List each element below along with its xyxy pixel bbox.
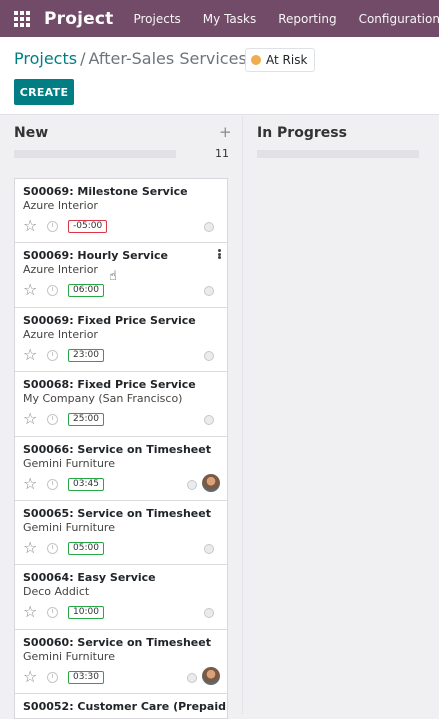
clock-icon[interactable] [47, 349, 58, 361]
top-navbar: Project Projects My Tasks Reporting Conf… [0, 0, 439, 37]
star-outline-icon[interactable]: ☆ [23, 218, 37, 234]
clock-icon[interactable] [47, 607, 58, 619]
avatar[interactable] [202, 666, 220, 685]
allocated-hours-badge: 03:45 [68, 477, 104, 491]
card-title: S00066: Service on Timesheet [23, 442, 211, 456]
star-outline-icon[interactable]: ☆ [23, 604, 37, 620]
status-circle-icon[interactable] [187, 672, 197, 683]
column-title: In Progress [257, 125, 347, 141]
status-circle-icon[interactable] [204, 608, 214, 619]
nav-my-tasks[interactable]: My Tasks [203, 12, 256, 26]
allocated-hours-badge: 03:30 [68, 670, 104, 684]
card-partner: My Company (San Francisco) [23, 392, 183, 406]
card-partner: Gemini Furniture [23, 649, 115, 663]
nav-projects[interactable]: Projects [133, 12, 180, 26]
card-title: S00068: Fixed Price Service [23, 378, 196, 392]
kanban-card[interactable]: S00068: Fixed Price Service My Company (… [15, 372, 227, 437]
allocated-hours-badge: 06:00 [68, 284, 104, 298]
kanban-card[interactable]: S00060: Service on Timesheet Gemini Furn… [15, 629, 227, 695]
status-circle-icon[interactable] [204, 415, 214, 426]
kanban-column-new: New + 11 S00069: Milestone Service Azure… [0, 116, 242, 719]
status-label: At Risk [266, 53, 308, 67]
card-title: S00069: Fixed Price Service [23, 313, 196, 327]
breadcrumb-projects-link[interactable]: Projects [14, 49, 77, 68]
clock-icon[interactable] [47, 542, 58, 554]
star-outline-icon[interactable]: ☆ [23, 475, 37, 492]
card-title: S00064: Easy Service [23, 571, 156, 585]
app-brand[interactable]: Project [44, 9, 113, 29]
card-partner: Gemini Furniture [23, 456, 115, 470]
kanban-card[interactable]: S00069: Fixed Price Service Azure Interi… [15, 307, 227, 373]
status-circle-icon[interactable] [204, 543, 214, 554]
clock-icon[interactable] [47, 671, 58, 683]
allocated-hours-badge: 23:00 [68, 348, 104, 362]
kanban-card[interactable]: S00066: Service on Timesheet Gemini Furn… [15, 436, 227, 501]
clock-icon[interactable] [47, 414, 58, 426]
star-outline-icon[interactable]: ☆ [23, 539, 37, 556]
allocated-hours-badge: 10:00 [68, 606, 104, 620]
card-title: S00060: Service on Timesheet [23, 635, 211, 649]
allocated-hours-badge: 25:00 [68, 413, 104, 427]
star-outline-icon[interactable]: ☆ [23, 411, 37, 427]
clock-icon[interactable] [47, 221, 58, 232]
kanban-column-in-progress: In Progress [242, 116, 439, 714]
column-progress-bar[interactable] [14, 150, 176, 158]
nav-configuration[interactable]: Configuration [359, 12, 439, 26]
avatar[interactable] [202, 473, 220, 492]
breadcrumb-separator: / [80, 49, 86, 68]
nav-reporting[interactable]: Reporting [278, 12, 336, 26]
card-list: S00069: Milestone Service Azure Interior… [14, 178, 228, 719]
card-title: S00069: Hourly Service [23, 249, 168, 263]
project-status-button[interactable]: At Risk [245, 48, 316, 72]
kanban-card[interactable]: S00069: Hourly Service Azure Interior ☝ … [15, 243, 227, 308]
star-outline-icon[interactable]: ☆ [23, 668, 37, 685]
allocated-hours-badge: -05:00 [68, 220, 108, 233]
control-panel: Projects / After-Sales Services At Risk CR… [0, 37, 439, 115]
kanban-card[interactable]: S00065: Service on Timesheet Gemini Furn… [15, 500, 227, 566]
breadcrumb: Projects / After-Sales Services [14, 49, 247, 68]
breadcrumb-current: After-Sales Services [88, 49, 247, 68]
status-dot-icon [251, 55, 261, 65]
card-title: S00069: Milestone Service [23, 185, 188, 198]
kanban-card[interactable]: S00069: Milestone Service Azure Interior… [15, 179, 227, 244]
create-button[interactable]: CREATE [14, 79, 74, 105]
card-title: S00052: Customer Care (Prepaid [23, 700, 226, 714]
card-partner: Gemini Furniture [23, 520, 115, 534]
card-partner: Azure Interior [23, 327, 98, 341]
card-partner: Azure Interior [23, 199, 98, 212]
clock-icon[interactable] [47, 478, 58, 490]
card-title: S00065: Service on Timesheet [23, 506, 211, 520]
column-progress-bar[interactable] [257, 150, 419, 158]
card-partner: Deco Addict [23, 585, 90, 599]
column-title: New [14, 125, 49, 141]
star-outline-icon[interactable]: ☆ [23, 346, 37, 363]
card-partner: Azure Interior [23, 263, 98, 277]
status-circle-icon[interactable] [204, 286, 214, 297]
kanban-card[interactable]: S00052: Customer Care (Prepaid [15, 694, 227, 719]
allocated-hours-badge: 05:00 [68, 541, 104, 555]
star-outline-icon[interactable]: ☆ [23, 282, 37, 298]
hand-pointer-icon: ☝ [109, 269, 117, 285]
kebab-icon[interactable] [218, 249, 221, 260]
status-circle-icon[interactable] [204, 350, 214, 361]
status-circle-icon[interactable] [187, 479, 197, 490]
plus-icon[interactable]: + [219, 123, 232, 141]
kanban-card[interactable]: S00064: Easy Service Deco Addict ☆ 10:00 [15, 565, 227, 630]
clock-icon[interactable] [47, 285, 58, 297]
apps-grid-icon[interactable] [14, 10, 30, 27]
status-circle-icon[interactable] [204, 222, 214, 232]
column-count: 11 [215, 147, 229, 160]
